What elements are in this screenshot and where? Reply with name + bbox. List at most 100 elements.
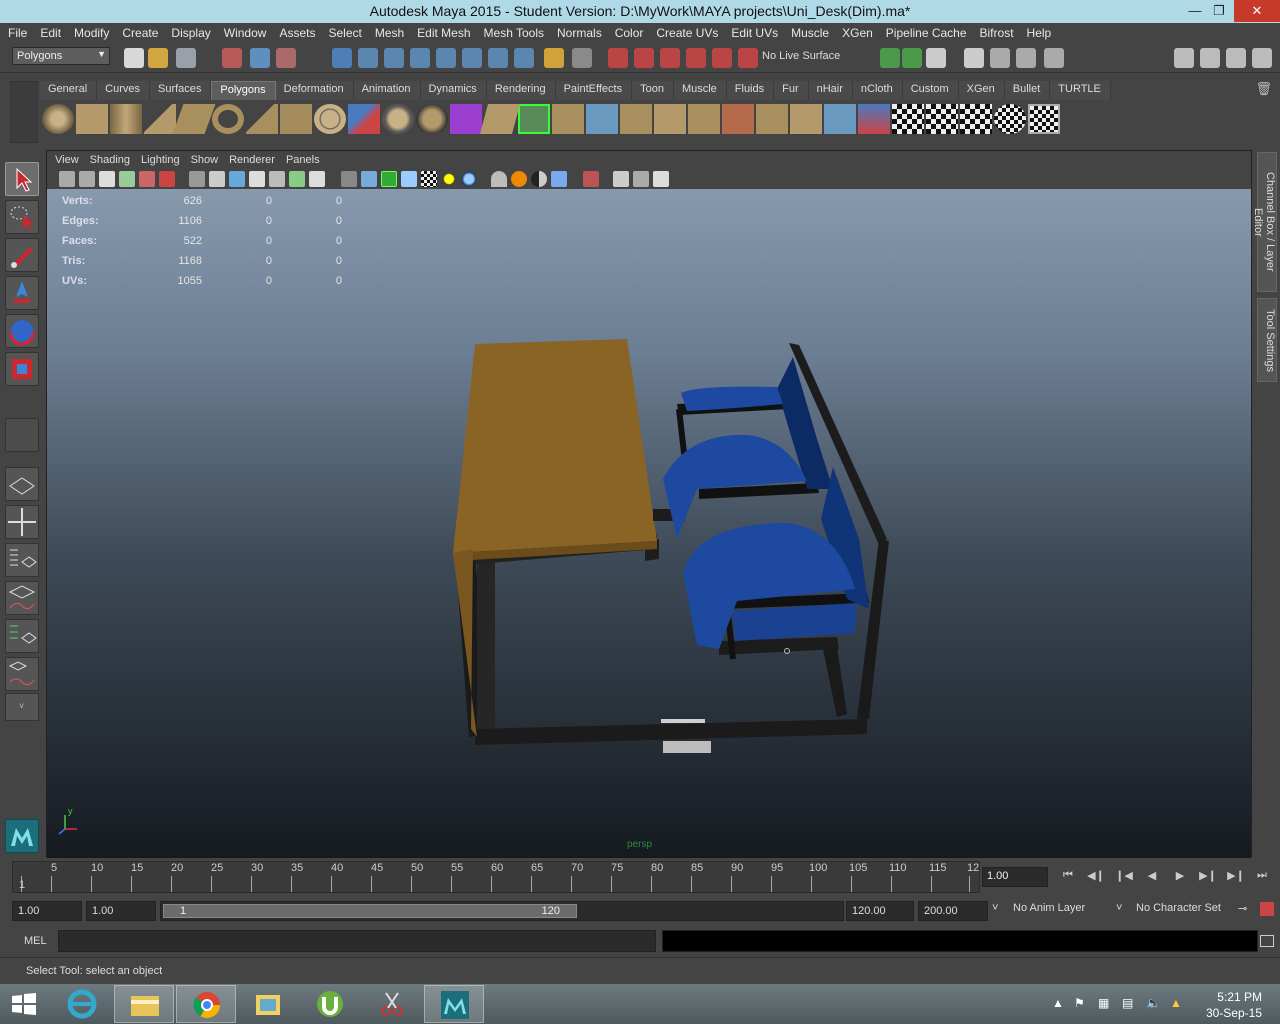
tool-settings-icon[interactable] [1200, 48, 1220, 68]
windows-update-icon[interactable]: ▦ [1098, 996, 1109, 1010]
tab-general[interactable]: General [40, 81, 98, 100]
time-ruler[interactable]: 1 5 10 15 20 25 30 35 40 45 50 55 60 65 … [12, 861, 980, 893]
step-forward-frame-icon[interactable]: ▶❙ [1226, 869, 1246, 885]
taskbar-utorrent[interactable] [300, 985, 360, 1023]
poly-torus-icon[interactable] [212, 104, 244, 134]
menu-help[interactable]: Help [1021, 26, 1059, 40]
playback-end-field[interactable]: 120.00 [846, 901, 914, 921]
command-input[interactable] [58, 930, 656, 952]
grease-pencil-icon[interactable] [159, 171, 175, 187]
layer-editor-icon[interactable] [1226, 48, 1246, 68]
tab-bullet[interactable]: Bullet [1004, 81, 1051, 100]
maximize-button[interactable]: ❐ [1204, 0, 1234, 22]
poly-pipe-icon[interactable] [280, 104, 312, 134]
move-tool[interactable] [5, 276, 39, 310]
gate-mask-icon[interactable] [249, 171, 265, 187]
last-tool-slot[interactable] [5, 418, 39, 452]
safe-action-icon[interactable] [289, 171, 305, 187]
render-frame-icon[interactable] [634, 48, 654, 68]
menu-bifrost[interactable]: Bifrost [974, 26, 1021, 40]
taskbar-maya[interactable] [424, 985, 484, 1023]
shadows-icon[interactable] [461, 171, 477, 187]
xray-joints-icon[interactable] [653, 171, 669, 187]
depth-of-field-icon[interactable] [551, 171, 567, 187]
new-scene-icon[interactable] [124, 48, 144, 68]
script-editor-icon[interactable] [1260, 935, 1274, 947]
menu-edit[interactable]: Edit [34, 26, 68, 40]
uv-editor-icon[interactable] [824, 104, 856, 134]
taskbar-libraries[interactable] [238, 985, 298, 1023]
grid-icon[interactable] [189, 171, 205, 187]
animation-start-field[interactable]: 1.00 [12, 901, 82, 921]
motion-blur-icon[interactable] [511, 171, 527, 187]
command-language-toggle[interactable]: MEL [24, 935, 47, 947]
panel-menu-shading[interactable]: Shading [86, 154, 137, 166]
film-gate-icon[interactable] [209, 171, 225, 187]
step-back-frame-icon[interactable]: ◀❙ [1086, 869, 1106, 885]
menu-color[interactable]: Color [609, 26, 651, 40]
modeling-toolkit-icon[interactable] [990, 48, 1010, 68]
render-view-icon[interactable] [608, 48, 628, 68]
play-forwards-icon[interactable]: ▶ [1170, 869, 1190, 885]
tab-surfaces[interactable]: Surfaces [149, 81, 212, 100]
menu-create-uvs[interactable]: Create UVs [650, 26, 725, 40]
help-question-icon[interactable] [514, 48, 534, 68]
tab-muscle[interactable]: Muscle [673, 81, 727, 100]
taskbar-file-explorer[interactable] [114, 985, 174, 1023]
outliner-icon[interactable] [1252, 48, 1272, 68]
2d-pan-zoom-icon[interactable] [139, 171, 155, 187]
range-slider[interactable]: 1 120 [160, 901, 844, 921]
construction-history-icon[interactable] [572, 48, 592, 68]
separate-icon[interactable] [382, 104, 414, 134]
menu-muscle[interactable]: Muscle [785, 26, 836, 40]
google-drive-icon[interactable]: ▲ [1170, 996, 1182, 1010]
menu-normals[interactable]: Normals [551, 26, 609, 40]
lasso-tool[interactable] [5, 200, 39, 234]
menu-create[interactable]: Create [116, 26, 165, 40]
poly-cylinder-icon[interactable] [110, 104, 142, 134]
bridge-icon[interactable] [518, 104, 550, 134]
tab-rendering[interactable]: Rendering [486, 81, 556, 100]
wireframe-icon[interactable] [341, 171, 357, 187]
rotate-tool[interactable] [5, 314, 39, 348]
live-surface-field[interactable]: No Live Surface [762, 50, 840, 62]
menu-mesh[interactable]: Mesh [369, 26, 411, 40]
step-back-key-icon[interactable]: ❙◀ [1114, 869, 1134, 885]
panel-menu-panels[interactable]: Panels [282, 154, 327, 166]
network-icon[interactable]: ▤ [1122, 996, 1133, 1010]
tab-dynamics[interactable]: Dynamics [420, 81, 487, 100]
go-to-start-icon[interactable]: ⏮ [1058, 869, 1078, 885]
panel-menu-show[interactable]: Show [187, 154, 226, 166]
snap-vertex-icon[interactable] [462, 48, 482, 68]
action-center-flag-icon[interactable]: ⚑ [1074, 996, 1085, 1010]
sidebar-toggle-icon[interactable] [964, 48, 984, 68]
tab-toon[interactable]: Toon [632, 81, 674, 100]
select-hierarchy-icon[interactable] [222, 48, 242, 68]
volume-icon[interactable]: 🔈 [1146, 996, 1161, 1010]
menu-modify[interactable]: Modify [68, 26, 116, 40]
triangulate-icon[interactable] [756, 104, 788, 134]
tab-turtle[interactable]: TURTLE [1050, 81, 1111, 100]
smooth-icon[interactable] [416, 104, 448, 134]
four-view-layout-button[interactable] [5, 505, 39, 539]
screen-space-ao-icon[interactable] [491, 171, 507, 187]
select-camera-icon[interactable] [59, 171, 75, 187]
poly-sphere-icon[interactable] [42, 104, 74, 134]
xray-icon[interactable] [613, 171, 629, 187]
graph-persp-layout-button[interactable] [5, 581, 39, 615]
tab-xgen[interactable]: XGen [958, 81, 1005, 100]
combine-icon[interactable] [348, 104, 380, 134]
attribute-editor-icon[interactable] [1044, 48, 1064, 68]
snap-grid-icon[interactable] [332, 48, 352, 68]
menu-pipeline-cache[interactable]: Pipeline Cache [880, 26, 974, 40]
extrude-icon[interactable] [479, 104, 521, 134]
snap-plane-icon[interactable] [410, 48, 430, 68]
menu-edit-mesh[interactable]: Edit Mesh [411, 26, 477, 40]
anim-layer-dropdown-arrow[interactable]: ˅ [992, 902, 998, 914]
menu-window[interactable]: Window [218, 26, 274, 40]
tab-fluids[interactable]: Fluids [726, 81, 775, 100]
snap-curve-icon[interactable] [358, 48, 378, 68]
open-scene-icon[interactable] [148, 48, 168, 68]
tab-custom[interactable]: Custom [902, 81, 959, 100]
shelf-options-grip[interactable] [10, 81, 38, 143]
